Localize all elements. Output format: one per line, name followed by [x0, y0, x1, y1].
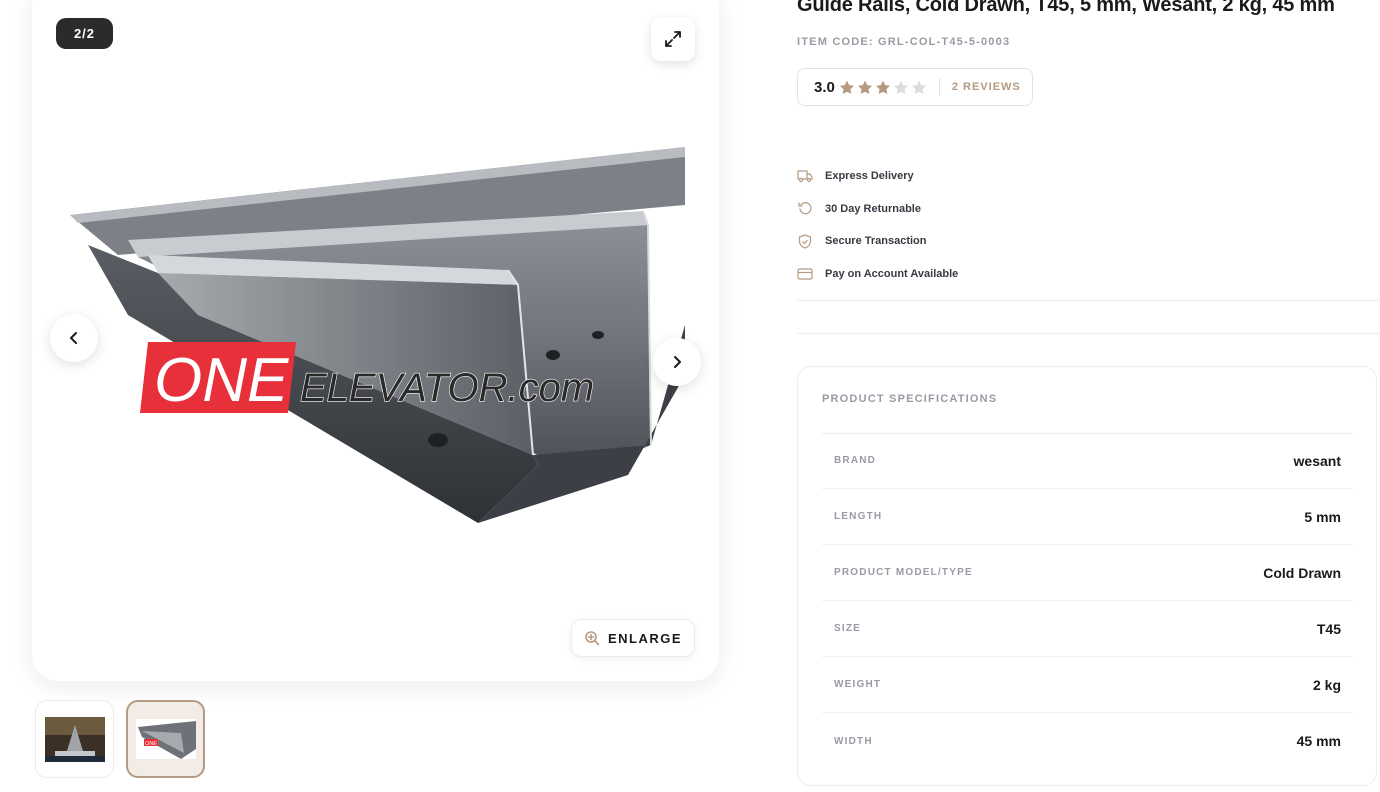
- specifications-table: BRAND wesant LENGTH 5 mm PRODUCT MODEL/T…: [822, 433, 1353, 769]
- expand-icon: [665, 31, 681, 47]
- spec-value: Cold Drawn: [1263, 564, 1341, 581]
- chevron-right-icon: [674, 356, 681, 368]
- spec-key: PRODUCT MODEL/TYPE: [834, 567, 973, 578]
- thumbnail-1[interactable]: [35, 700, 114, 778]
- chevron-left-icon: [70, 332, 77, 344]
- enlarge-label: ENLARGE: [607, 630, 683, 646]
- spec-value: 45 mm: [1296, 733, 1341, 749]
- shield-icon: [797, 233, 813, 249]
- item-code: ITEM CODE: GRL-COL-T45-5-0003: [797, 36, 1011, 48]
- feature-item-delivery: Express Delivery: [797, 160, 958, 193]
- spec-value: 5 mm: [1304, 508, 1341, 525]
- next-image-button[interactable]: [653, 338, 701, 386]
- return-icon: [797, 201, 813, 217]
- spec-key: WEIGHT: [834, 679, 882, 690]
- rating-stars: [839, 80, 927, 95]
- spec-row-weight: WEIGHT 2 kg: [822, 657, 1353, 713]
- spec-value: T45: [1316, 620, 1341, 637]
- star-filled-icon: [857, 80, 872, 94]
- spec-key: LENGTH: [834, 511, 883, 522]
- product-title: Guide Rails, Cold Drawn, T45, 5 mm, Wesa…: [797, 0, 1335, 16]
- thumbnail-2-selected[interactable]: ONE: [126, 700, 205, 778]
- spec-row-model-type: PRODUCT MODEL/TYPE Cold Drawn: [822, 545, 1353, 601]
- enlarge-button[interactable]: ENLARGE: [571, 619, 695, 657]
- spec-value: 2 kg: [1312, 676, 1341, 693]
- feature-item-secure: Secure Transaction: [797, 225, 958, 258]
- image-counter-badge: 2/2: [56, 18, 113, 49]
- star-filled-icon: [875, 80, 890, 94]
- spec-row-size: SIZE T45: [822, 601, 1353, 657]
- spec-key: WIDTH: [834, 735, 873, 747]
- feature-item-returnable: 30 Day Returnable: [797, 193, 958, 226]
- star-empty-icon: [911, 80, 926, 94]
- product-specifications-card: PRODUCT SPECIFICATIONS BRAND wesant LENG…: [797, 366, 1377, 786]
- rating-summary: 3.0 2 REVIEWS: [797, 68, 1033, 106]
- card-icon: [797, 266, 813, 282]
- previous-image-button[interactable]: [50, 314, 98, 362]
- truck-icon: [797, 168, 813, 184]
- rating-divider: [938, 78, 940, 96]
- divider: [797, 300, 1380, 301]
- fullscreen-button[interactable]: [651, 17, 695, 61]
- feature-label: 30 Day Returnable: [825, 202, 921, 215]
- divider: [797, 333, 1380, 334]
- reviews-link[interactable]: 2 REVIEWS: [952, 81, 1021, 93]
- star-empty-icon: [893, 80, 908, 94]
- spec-key: SIZE: [834, 623, 862, 634]
- specifications-title: PRODUCT SPECIFICATIONS: [822, 393, 998, 405]
- feature-item-pay-on-account: Pay on Account Available: [797, 258, 958, 291]
- thumbnail-2-image: ONE: [135, 719, 196, 759]
- feature-label: Pay on Account Available: [825, 267, 959, 280]
- feature-list: Express Delivery 30 Day Returnable Secur…: [797, 160, 958, 290]
- main-product-image: ONE ELEVATOR.com: [70, 147, 685, 523]
- zoom-in-icon: [585, 631, 600, 646]
- rating-value: 3.0: [814, 78, 835, 96]
- watermark-site-text: ELEVATOR.com: [300, 366, 594, 410]
- thumbnail-1-image: [44, 716, 105, 762]
- spec-row-length: LENGTH 5 mm: [822, 489, 1353, 545]
- spec-row-brand: BRAND wesant: [822, 433, 1353, 489]
- spec-row-width: WIDTH 45 mm: [822, 713, 1353, 769]
- spec-key: BRAND: [834, 455, 877, 466]
- feature-label: Secure Transaction: [825, 235, 927, 248]
- watermark-brand-text: ONE: [154, 346, 289, 415]
- spec-value: wesant: [1293, 452, 1341, 469]
- feature-label: Express Delivery: [825, 170, 914, 183]
- star-filled-icon: [839, 80, 854, 94]
- thumb-watermark-text: ONE: [145, 741, 157, 747]
